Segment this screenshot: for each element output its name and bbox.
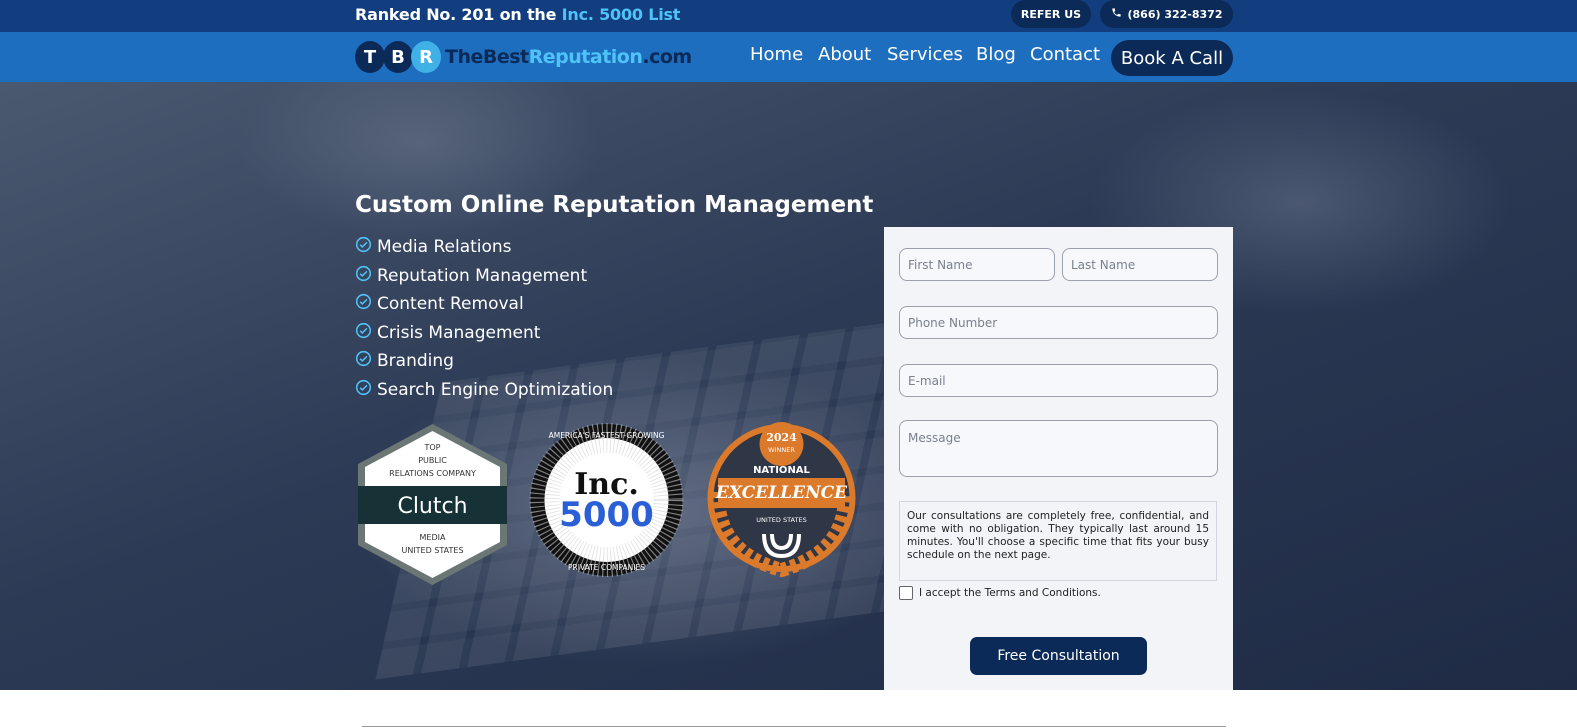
terms-checkbox[interactable] [899, 586, 913, 600]
inc-5000-badge: AMERICA'S FASTEST-GROWING Inc. 5000 PRIV… [529, 423, 684, 577]
refer-us-button[interactable]: REFER US [1011, 0, 1091, 28]
consultation-disclaimer: Our consultations are completely free, c… [899, 501, 1217, 581]
service-label: Crisis Management [377, 323, 541, 343]
clutch-top: TOP [423, 443, 440, 452]
inc-number: 5000 [559, 495, 654, 535]
service-label: Search Engine Optimization [377, 380, 614, 400]
clutch-line1: PUBLIC [418, 456, 447, 465]
phone-icon [1111, 7, 1122, 21]
hero-title: Custom Online Reputation Management [355, 192, 874, 218]
main-navbar: T B R TheBestReputation.com Home About S… [0, 32, 1577, 82]
service-item-reputation-management: Reputation Management [355, 265, 587, 287]
badge-country: UNITED STATES [756, 516, 806, 524]
nav-home[interactable]: Home [750, 44, 803, 65]
service-item-seo: Search Engine Optimization [355, 379, 613, 401]
top-bar: Ranked No. 201 on the Inc. 5000 List REF… [0, 0, 1577, 32]
logo-text-thebest: TheBest [445, 46, 529, 68]
message-textarea[interactable]: Message [899, 420, 1218, 477]
book-a-call-button[interactable]: Book A Call [1111, 40, 1233, 76]
badge-excellence: EXCELLENCE [715, 483, 848, 503]
nav-contact[interactable]: Contact [1030, 44, 1100, 65]
badge-winner: WINNER [768, 446, 795, 454]
section-divider [362, 726, 1226, 727]
consultation-form: First Name Last Name Phone Number E-mail… [884, 227, 1233, 690]
inc-ring-bottom: PRIVATE COMPANIES [568, 563, 645, 572]
site-logo[interactable]: T B R TheBestReputation.com [355, 41, 692, 73]
service-item-media-relations: Media Relations [355, 236, 512, 258]
check-circle-icon [355, 322, 372, 344]
last-name-input[interactable]: Last Name [1062, 248, 1218, 281]
service-item-branding: Branding [355, 350, 454, 372]
terms-row: I accept the Terms and Conditions. [899, 586, 1101, 600]
logo-letter-r: R [411, 41, 441, 73]
phone-number: (866) 322-8372 [1127, 7, 1223, 21]
rank-prefix: Ranked No. 201 on the [355, 5, 557, 24]
check-circle-icon [355, 236, 372, 258]
inc-ring-top: AMERICA'S FASTEST-GROWING [549, 431, 665, 440]
national-excellence-badge: 2024 WINNER NATIONAL EXCELLENCE UNITED S… [707, 422, 856, 578]
check-circle-icon [355, 379, 372, 401]
check-circle-icon [355, 293, 372, 315]
clutch-bottom1: MEDIA [420, 533, 446, 542]
service-label: Reputation Management [377, 266, 588, 286]
email-input[interactable]: E-mail [899, 364, 1218, 397]
logo-letter-b: B [383, 41, 413, 73]
rank-announcement: Ranked No. 201 on the Inc. 5000 List [355, 5, 680, 24]
logo-wordmark: TheBestReputation.com [445, 46, 692, 68]
nav-blog[interactable]: Blog [976, 44, 1016, 65]
service-item-crisis-management: Crisis Management [355, 322, 540, 344]
nav-about[interactable]: About [818, 44, 871, 65]
terms-label[interactable]: I accept the Terms and Conditions. [919, 587, 1101, 599]
badge-year: 2024 [766, 431, 797, 444]
inc-5000-link[interactable]: Inc. 5000 List [562, 5, 681, 24]
service-label: Media Relations [377, 237, 512, 257]
phone-number-input[interactable]: Phone Number [899, 306, 1218, 339]
first-name-input[interactable]: First Name [899, 248, 1055, 281]
clutch-badge: TOP PUBLIC RELATIONS COMPANY Clutch MEDI… [358, 424, 507, 585]
service-label: Content Removal [377, 294, 524, 314]
clutch-line2: RELATIONS COMPANY [389, 469, 476, 478]
logo-text-com: .com [642, 46, 692, 68]
service-item-content-removal: Content Removal [355, 293, 524, 315]
refer-us-label: REFER US [1020, 7, 1082, 21]
hero-section: Custom Online Reputation Management Medi… [0, 82, 1577, 690]
free-consultation-button[interactable]: Free Consultation [970, 637, 1147, 675]
clutch-brand: Clutch [397, 494, 467, 519]
phone-button[interactable]: (866) 322-8372 [1100, 0, 1233, 28]
check-circle-icon [355, 265, 372, 287]
service-label: Branding [377, 351, 454, 371]
logo-text-reputation: Reputation [528, 46, 643, 68]
check-circle-icon [355, 350, 372, 372]
nav-services[interactable]: Services [887, 44, 963, 65]
logo-letter-t: T [355, 41, 385, 73]
clutch-bottom2: UNITED STATES [401, 546, 463, 555]
badge-national: NATIONAL [753, 465, 810, 476]
